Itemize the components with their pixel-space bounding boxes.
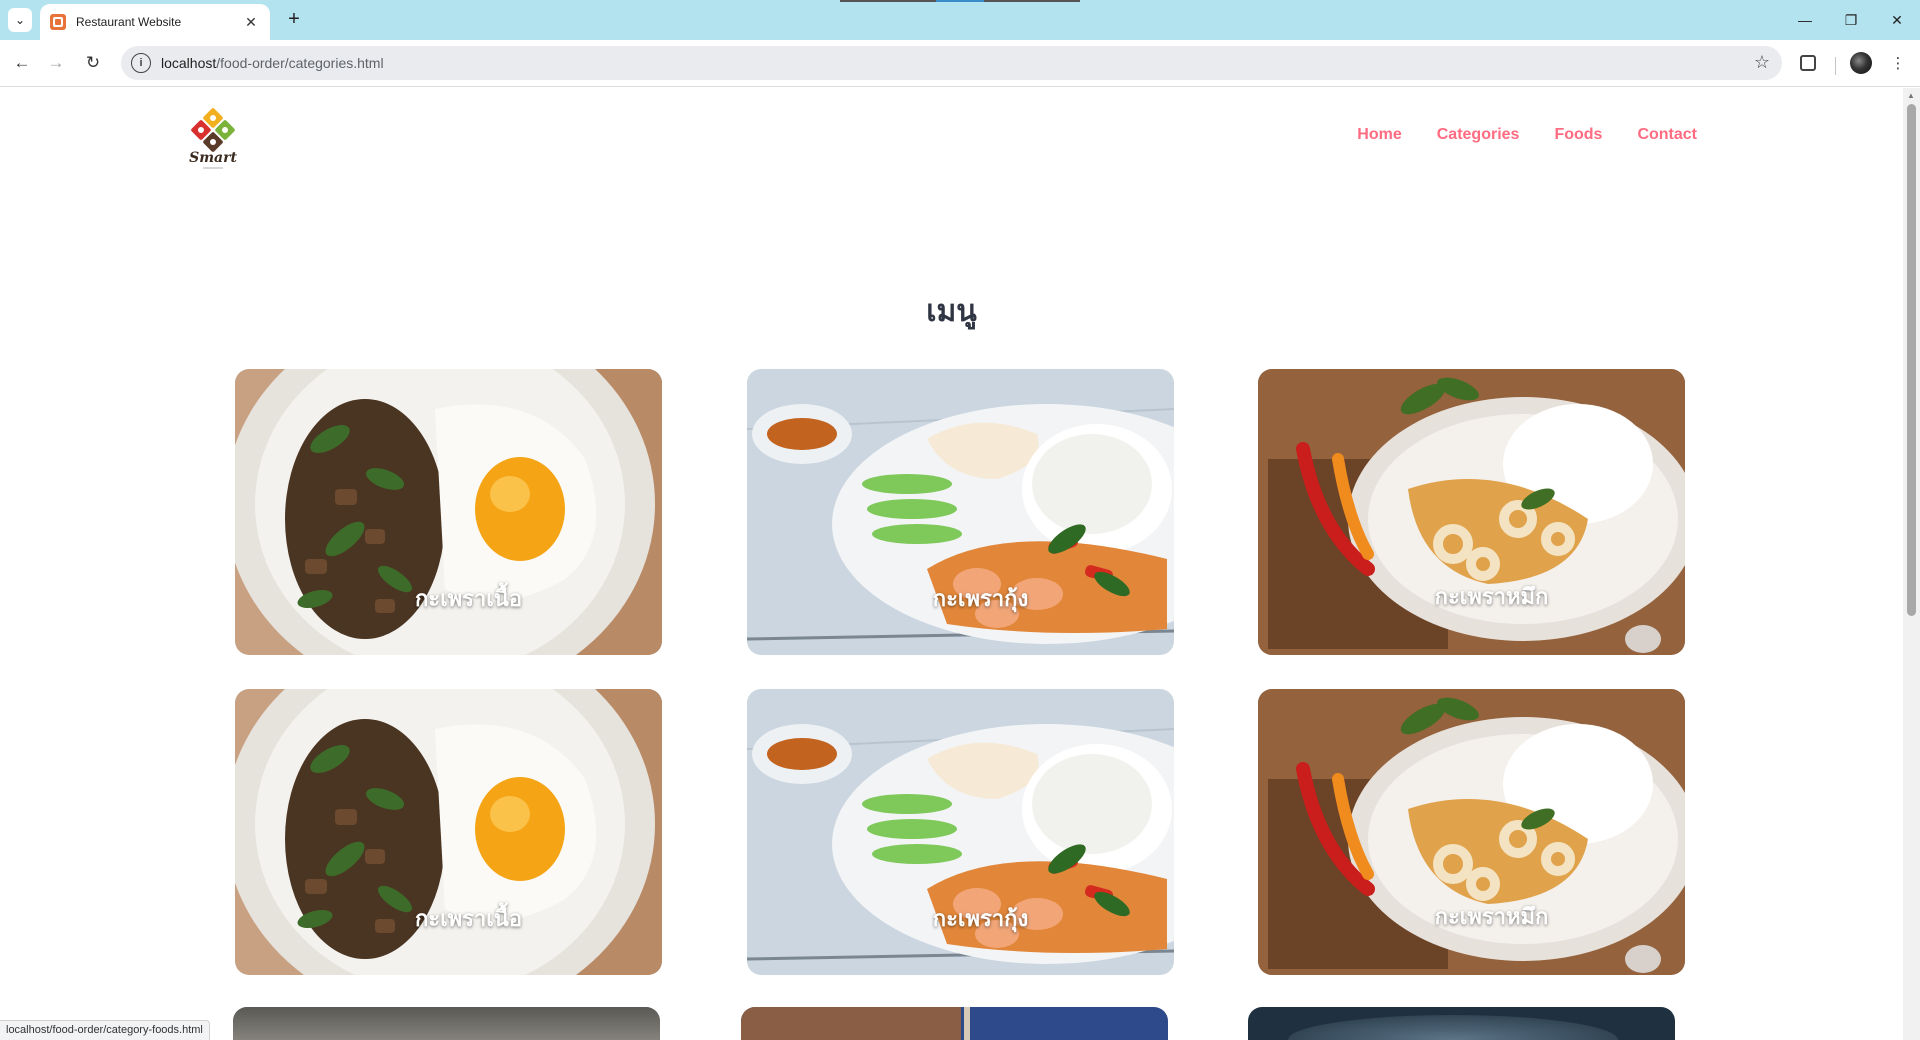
category-card-shrimp[interactable]: กะเพรากุ้ง	[747, 689, 1174, 975]
category-label: กะเพราเนื้อ	[414, 587, 523, 612]
link-status-bar: localhost/food-order/category-foods.html	[0, 1020, 210, 1040]
back-arrow-icon[interactable]: ←	[9, 50, 35, 76]
reload-icon[interactable]: ↻	[80, 50, 106, 76]
address-bar[interactable]: i localhost/food-order/categories.html ☆	[121, 46, 1782, 80]
site-logo[interactable]: Smart	[189, 106, 237, 172]
forward-arrow-icon[interactable]: →	[43, 50, 69, 76]
category-label: กะเพรากุ้ง	[932, 587, 1029, 612]
minimize-icon[interactable]: —	[1782, 0, 1828, 40]
window-drag-indicator	[840, 0, 1080, 2]
site-info-icon[interactable]: i	[131, 53, 151, 73]
site-favicon-icon	[50, 14, 66, 30]
category-label: กะเพรากุ้ง	[932, 907, 1029, 932]
page-scrollbar[interactable]: ▲	[1903, 88, 1920, 1040]
browser-toolbar: ← → ↻ i localhost/food-order/categories.…	[0, 40, 1920, 87]
scroll-up-arrow-icon[interactable]: ▲	[1907, 91, 1915, 100]
extensions-puzzle-icon[interactable]	[1796, 51, 1820, 75]
url-host: localhost	[161, 55, 217, 71]
category-card-beef[interactable]: กะเพราเนื้อ	[235, 369, 662, 655]
category-card-partial[interactable]	[1248, 1007, 1675, 1040]
category-card-squid[interactable]: กะเพราหมึก	[1258, 689, 1685, 975]
page-title: เมนู	[926, 294, 977, 329]
page-viewport: Smart Home Categories Foods Contact เมนู	[0, 88, 1903, 1040]
category-label: กะเพราหมึก	[1434, 585, 1549, 610]
browser-tab-active[interactable]: Restaurant Website ✕	[40, 4, 270, 40]
scrollbar-thumb[interactable]	[1907, 104, 1916, 616]
restore-icon[interactable]: ❐	[1828, 0, 1874, 40]
url-path: /food-order/categories.html	[216, 55, 384, 71]
category-card-partial[interactable]	[233, 1007, 660, 1040]
nav-link-foods[interactable]: Foods	[1554, 126, 1602, 144]
category-label: กะเพราหมึก	[1434, 905, 1549, 930]
nav-link-contact[interactable]: Contact	[1637, 126, 1697, 144]
category-card-beef[interactable]: กะเพราเนื้อ	[235, 689, 662, 975]
bookmark-star-icon[interactable]: ☆	[1754, 52, 1770, 73]
window-close-icon[interactable]: ✕	[1874, 0, 1920, 40]
tab-close-icon[interactable]: ✕	[242, 14, 260, 31]
nav-link-home[interactable]: Home	[1357, 126, 1401, 144]
logo-text: Smart	[189, 150, 237, 166]
new-tab-plus-icon[interactable]: +	[282, 8, 306, 32]
category-label: กะเพราเนื้อ	[414, 907, 523, 932]
nav-link-categories[interactable]: Categories	[1437, 126, 1520, 144]
tab-title: Restaurant Website	[76, 15, 182, 29]
category-card-squid[interactable]: กะเพราหมึก	[1258, 369, 1685, 655]
tab-search-chevron-icon[interactable]: ⌄	[8, 8, 32, 32]
category-card-shrimp[interactable]: กะเพรากุ้ง	[747, 369, 1174, 655]
browser-tab-bar: ⌄ Restaurant Website ✕ + — ❐ ✕	[0, 0, 1920, 40]
browser-menu-kebab-icon[interactable]: ⋮	[1886, 51, 1910, 75]
toolbar-divider	[1835, 57, 1836, 75]
site-navigation: Home Categories Foods Contact	[1357, 126, 1697, 144]
profile-avatar[interactable]	[1849, 51, 1873, 75]
category-card-partial[interactable]	[741, 1007, 1168, 1040]
